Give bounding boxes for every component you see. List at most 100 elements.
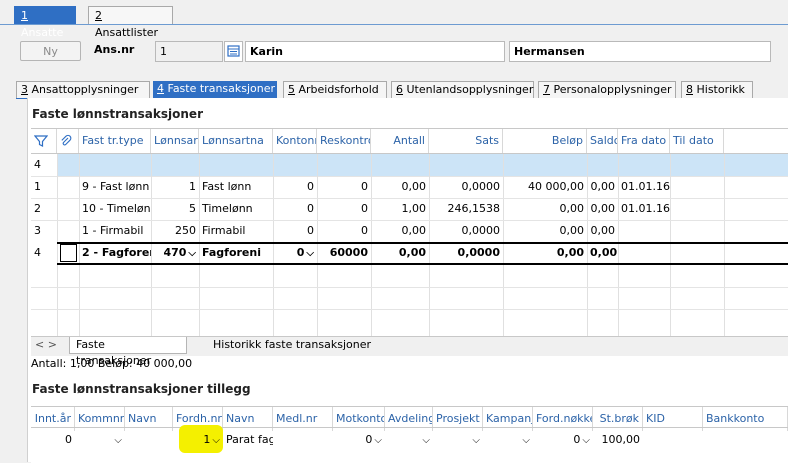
tab-historikk[interactable]: 8 Historikk [681,81,753,98]
tab-arbeidsforhold[interactable]: 5 Arbeidsforhold [283,81,387,98]
col-belop[interactable]: Beløp [503,129,587,153]
new-button[interactable]: Ny [20,41,81,61]
cell-belop[interactable]: 0,00 [503,242,587,264]
ansnr-label: Ans.nr [94,43,135,56]
cell-innt-ar[interactable]: 0 [31,429,75,451]
table-row[interactable]: 3 1 - Firmabil 250 Firmabil 0 0 0,00 0,0… [31,220,788,242]
col-antall[interactable]: Antall [371,129,429,153]
cell-antall: 0,00 [401,180,427,193]
cell-motkonto-value: 0 [365,433,373,446]
tab-ansattopplysninger[interactable]: 3 Ansattopplysninger [16,81,150,98]
table-row-active[interactable]: 4 2 - Fagforen 470 ⌵ Fagforeni 0 ⌵ 60000 0… [31,242,788,265]
cell-kontonr[interactable]: 0 ⌵ [273,242,317,264]
row-num: 1 [34,180,41,193]
cell-fordh-value: 1 [203,433,211,446]
cell-reskontro: 0 [361,202,368,215]
cell-sats[interactable]: 0,0000 [429,242,503,264]
chevron-down-icon[interactable]: ⌵ [306,243,314,264]
tab-faste-transaksjoner-grid[interactable]: Faste transaksjoner [69,337,187,367]
cell-kontonr-value: 0 [296,246,305,259]
chevron-down-icon[interactable]: ⌵ [582,430,590,451]
scroll-arrows[interactable]: < > [35,338,57,351]
cell-antall: 0,00 [401,224,427,237]
cell-antall[interactable]: 0,00 [371,242,429,264]
cell-lonnsart: 5 [189,202,196,215]
tab-historikk-faste[interactable]: Historikk faste transaksjoner [207,337,377,354]
cell-prosjekt[interactable]: ⌵ [433,429,483,451]
col-lonnsart[interactable]: Lønnsart [151,129,199,153]
row-num: 2 [34,202,41,215]
col-kontonr[interactable]: Kontonr [273,129,317,153]
cell-navn-2[interactable]: Parat fag [223,429,273,451]
cell-ford-nokkel[interactable]: 0 ⌵ [533,429,593,451]
ansnr-field[interactable]: 1 [155,41,223,62]
tab-faste-transaksjoner[interactable]: 4 Faste transaksjoner [153,81,277,98]
table-row[interactable]: 0 ⌵ 1 ⌵ Parat fag 0 ⌵ ⌵ ⌵ ⌵ 0 ⌵ 100,00 [31,429,788,451]
col-fast-tr-type[interactable]: Fast tr.type [79,129,151,153]
last-name-field[interactable]: Hermansen [509,41,771,62]
sub-tab-bar: 3 Ansattopplysninger 4 Faste transaksjon… [16,81,788,99]
faste-section-title: Faste lønnstransaksjoner [32,107,203,121]
cell-lonnsart[interactable]: 470 ⌵ [151,242,199,264]
filter-header[interactable] [31,129,57,153]
cell-saldo: 0,00 [590,180,616,193]
row-num: 4 [34,246,41,259]
cell-reskontro[interactable]: 60000 [317,242,371,264]
faste-grid: Fast tr.type Lønnsart Lønnsartna Kontonr… [31,128,788,337]
cell-reskontro: 0 [361,180,368,193]
filter-icon [33,135,49,147]
chevron-down-icon[interactable]: ⌵ [422,430,430,451]
grid-tab-bar: < > Faste transaksjoner Historikk faste … [31,336,788,367]
cell-antall: 1,00 [401,202,427,215]
cell-motkonto[interactable]: 0 ⌵ [333,429,385,451]
attachment-header[interactable] [57,129,79,153]
cell-type[interactable]: 2 - Fagforen [79,242,151,264]
cell-belop: 0,00 [559,224,585,237]
chevron-down-icon[interactable]: ⌵ [212,430,220,451]
cell-kontonr: 0 [307,224,314,237]
table-row[interactable]: 1 9 - Fast lønn 1 Fast lønn 0 0 0,00 0,0… [31,176,788,198]
col-lonnsartnavn[interactable]: Lønnsartna [199,129,273,153]
col-saldo[interactable]: Saldo [587,129,618,153]
cell-navn: Fast lønn [202,180,252,193]
top-tab-bar: 1 Ansatte 2 Ansattlister [0,0,788,39]
chevron-down-icon[interactable]: ⌵ [188,243,196,264]
col-fra-dato[interactable]: Fra dato [618,129,670,153]
chevron-down-icon[interactable]: ⌵ [114,430,122,451]
table-row[interactable]: 2 10 - Timelønn 5 Timelønn 0 0 1,00 246,… [31,198,788,220]
tab-ansatte[interactable]: 1 Ansatte [14,6,76,39]
tab-personalopplysninger[interactable]: 7 Personalopplysninger [538,81,676,98]
status-text: Antall: 1,00 Beløp: 40 000,00 [31,357,193,370]
cell-type: 10 - Timelønn [82,202,151,215]
tab-utenlandsopplysninger[interactable]: 6 Utenlandsopplysninger [391,81,534,98]
cell-lonnsart: 1 [189,180,196,193]
new-row-num: 4 [34,158,41,171]
cell-ford-nokkel-value: 0 [573,433,581,446]
first-name-field[interactable]: Karin [245,41,505,62]
col-sats[interactable]: Sats [429,129,503,153]
tillegg-grid: Innt.år Kommnr Navn Fordh.nr. Navn Medl.… [31,406,788,463]
row-num: 3 [34,224,41,237]
new-row[interactable] [57,154,788,176]
cell-kommnr[interactable]: ⌵ [75,429,125,451]
chevron-down-icon[interactable]: ⌵ [472,430,480,451]
cell-kontonr: 0 [307,202,314,215]
cell-st-brok[interactable]: 100,00 [593,429,643,451]
cell-type: 9 - Fast lønn [82,180,150,193]
cell-sats: 246,1538 [447,202,501,215]
tillegg-section-title: Faste lønnstransaksjoner tillegg [32,382,251,396]
cell-avdeling[interactable]: ⌵ [385,429,433,451]
chevron-down-icon[interactable]: ⌵ [374,430,382,451]
cell-kampanj[interactable]: ⌵ [483,429,533,451]
cell-fordh-nr[interactable]: 1 ⌵ [173,429,223,451]
tab-ansattlister[interactable]: 2 Ansattlister [88,6,173,39]
cell-saldo[interactable]: 0,00 [587,242,618,264]
employee-list-button[interactable] [224,41,243,62]
cell-sats: 0,0000 [461,180,501,193]
cell-navn: Firmabil [202,224,246,237]
col-reskontro[interactable]: Reskontro [317,129,371,153]
cell-navn[interactable]: Fagforeni [199,242,273,264]
chevron-down-icon[interactable]: ⌵ [522,430,530,451]
col-til-dato[interactable]: Til dato [670,129,724,153]
cell-sats: 0,0000 [461,224,501,237]
